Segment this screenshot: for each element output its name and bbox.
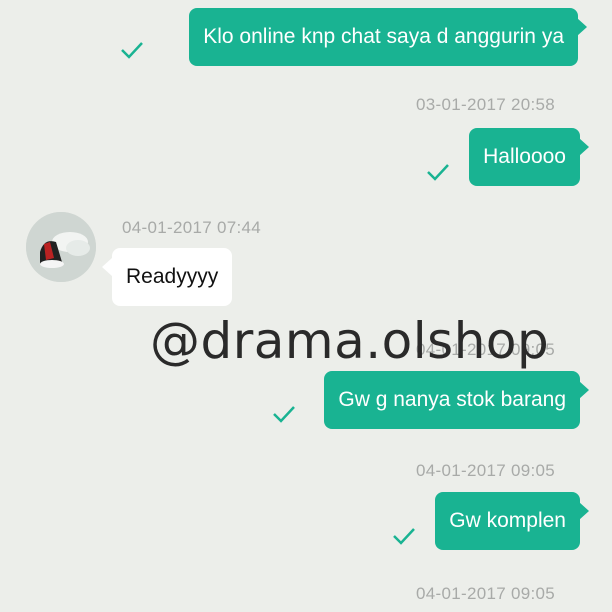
watermark-text: @drama.olshop <box>150 312 550 370</box>
check-icon <box>427 164 449 181</box>
message-bubble-outgoing[interactable]: Gw komplen <box>435 492 589 550</box>
message-timestamp: 04-01-2017 07:44 <box>122 218 262 237</box>
message-bubble-outgoing[interactable]: Gw g nanya stok barang <box>324 371 589 429</box>
message-text: Klo online knp chat saya d anggurin ya <box>203 25 564 48</box>
message-bubble-outgoing[interactable]: Klo online knp chat saya d anggurin ya <box>189 8 587 66</box>
message-text: Readyyyy <box>126 265 219 288</box>
shoes-avatar-image <box>26 212 96 282</box>
message-bubble-incoming[interactable]: Readyyyy <box>101 248 233 306</box>
message-text: Gw komplen <box>449 509 566 532</box>
check-icon <box>121 42 143 59</box>
message-timestamp: 04-01-2017 09:05 <box>416 584 556 603</box>
message-timestamp: 03-01-2017 20:58 <box>416 95 556 114</box>
message-timestamp: 04-01-2017 09:05 <box>416 461 556 480</box>
avatar[interactable] <box>26 212 96 282</box>
message-text: Halloooo <box>483 145 566 168</box>
message-bubble-outgoing[interactable]: Halloooo <box>469 128 589 186</box>
check-icon <box>393 528 415 545</box>
message-text: Gw g nanya stok barang <box>338 388 566 411</box>
check-icon <box>273 406 295 423</box>
